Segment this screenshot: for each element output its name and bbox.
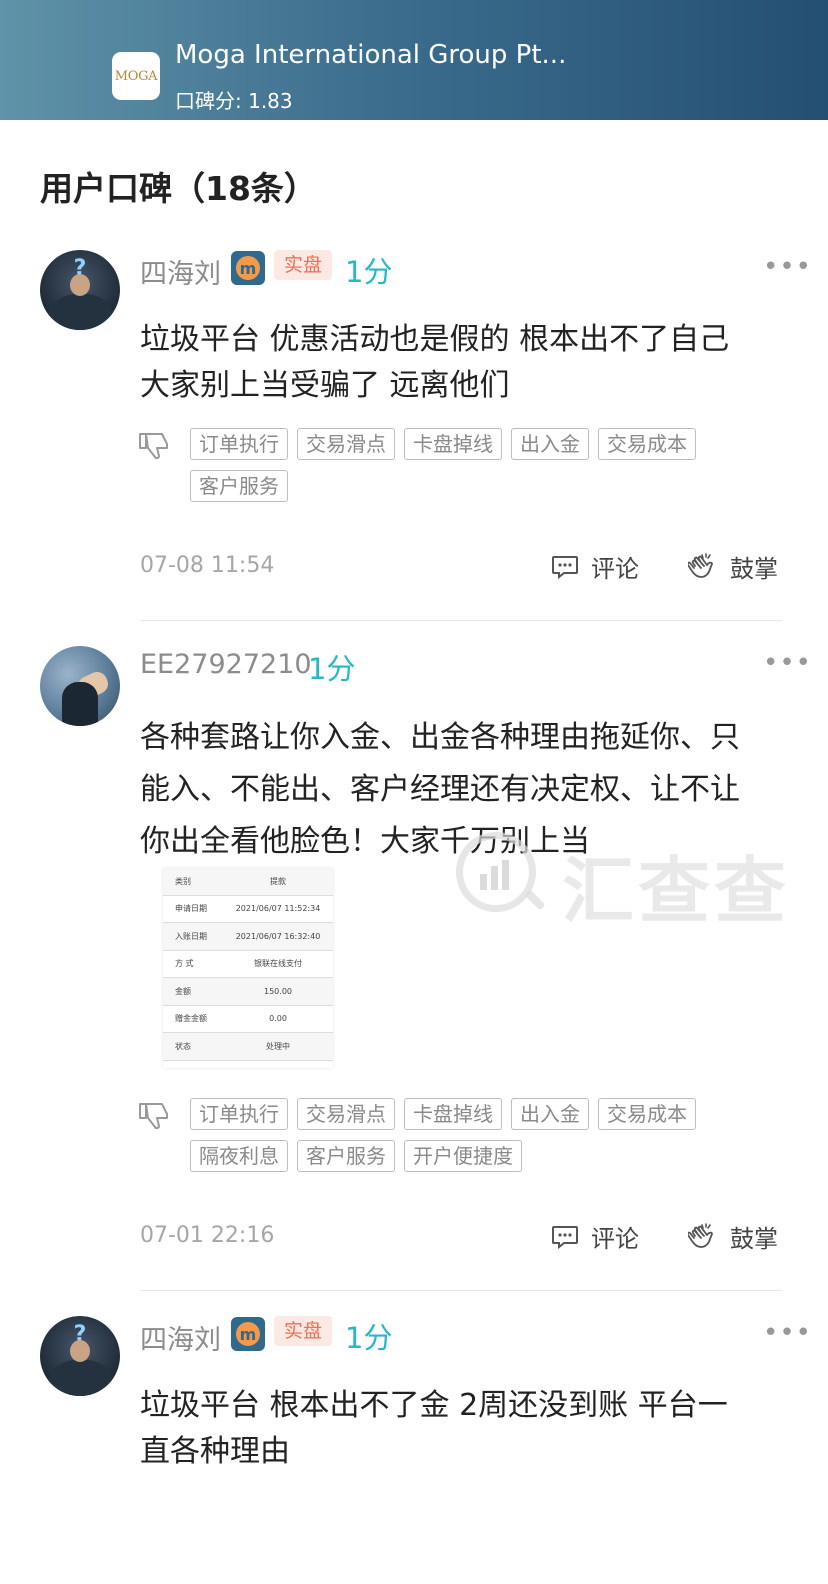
comment-icon [552,555,578,579]
more-options-icon[interactable]: ••• [763,1318,812,1348]
review-tags: 订单执行 交易滑点 卡盘掉线 出入金 交易成本 客户服务 [190,428,790,502]
clap-label: 鼓掌 [730,1225,778,1253]
account-type-icon: m [231,251,265,285]
comment-button[interactable]: 评论 [551,1219,639,1254]
username[interactable]: 四海刘 [140,1318,221,1357]
divider [140,620,782,621]
tag: 卡盘掉线 [404,428,502,460]
dislike-icon [139,433,168,460]
clap-button[interactable]: 鼓掌 [688,549,778,584]
tag: 卡盘掉线 [404,1098,502,1130]
tag: 交易滑点 [297,428,395,460]
clap-button[interactable]: 鼓掌 [688,1219,778,1254]
avatar[interactable]: ? [40,250,120,330]
review-time: 07-01 22:16 [140,1223,275,1248]
tag: 订单执行 [190,428,288,460]
tag: 出入金 [511,428,589,460]
tag: 客户服务 [297,1140,395,1172]
tag: 交易滑点 [297,1098,395,1130]
more-options-icon[interactable]: ••• [763,648,812,678]
tag: 隔夜利息 [190,1140,288,1172]
tag: 客户服务 [190,470,288,502]
tag: 订单执行 [190,1098,288,1130]
tag: 交易成本 [598,1098,696,1130]
avatar[interactable] [40,646,120,726]
review-score: 1分 [345,1321,393,1355]
live-account-badge: 实盘 [274,1316,333,1346]
review-time: 07-08 11:54 [140,553,275,578]
username[interactable]: 四海刘 [140,252,221,291]
comment-label: 评论 [591,555,639,583]
tag: 开户便捷度 [404,1140,522,1172]
account-type-icon: m [231,1317,265,1351]
broker-name: Moga International Group Pt... [175,40,567,70]
comment-button[interactable]: 评论 [551,549,639,584]
watermark: 汇查查 [452,826,786,933]
live-account-badge: 实盘 [274,250,333,280]
review-text: 垃圾平台 根本出不了金 2周还没到账 平台一 直各种理由 [140,1388,728,1469]
review-score: 1分 [345,255,393,289]
divider [140,1290,782,1291]
tag: 出入金 [511,1098,589,1130]
attachment-image[interactable]: 类别 提款 申请日期 2021/06/07 11:52:34 入账日期 2021/06… [163,868,333,1068]
review-score: 1分 [308,652,356,686]
reputation-score: 口碑分: 1.83 [175,89,293,113]
comment-icon [552,1225,578,1249]
comment-label: 评论 [591,1225,639,1253]
review-text: 垃圾平台 优惠活动也是假的 根本出不了自己 大家别上当受骗了 远离他们 [140,322,730,403]
avatar[interactable]: ? [40,1316,120,1396]
broker-header: MOGA Moga International Group Pt... 口碑分:… [0,0,828,120]
more-options-icon[interactable]: ••• [763,252,812,282]
dislike-icon [139,1103,168,1130]
clap-icon [688,552,713,578]
section-title: 用户口碑（18条） [40,169,317,208]
clap-icon [688,1222,713,1248]
review-tags: 订单执行 交易滑点 卡盘掉线 出入金 交易成本 隔夜利息 客户服务 开户便捷度 [190,1098,790,1172]
broker-logo: MOGA [112,52,160,100]
username[interactable]: EE27927210 [140,649,312,680]
tag: 交易成本 [598,428,696,460]
clap-label: 鼓掌 [730,555,778,583]
